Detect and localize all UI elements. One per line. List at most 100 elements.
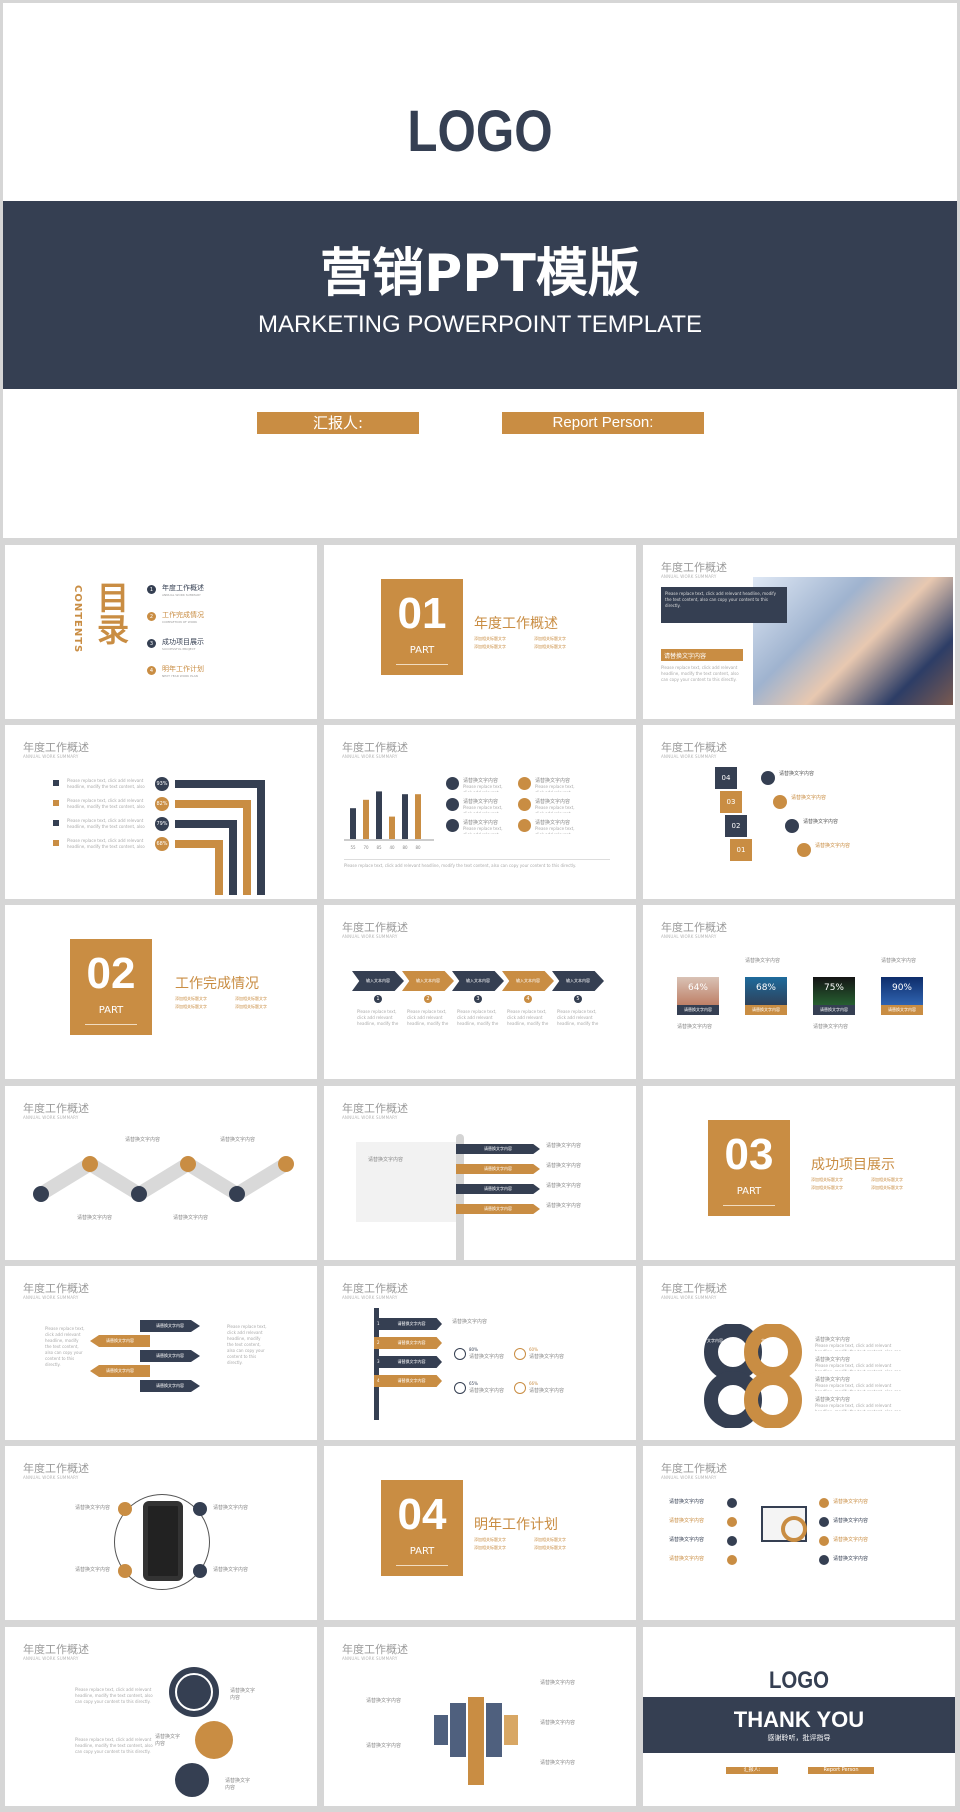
contents-item-label[interactable]: 年度工作概述 bbox=[162, 583, 204, 593]
label: 请替换文字内容 bbox=[529, 1388, 565, 1394]
reporter-label: 汇报人: bbox=[257, 412, 419, 434]
contents-item-number: 4 bbox=[147, 666, 156, 675]
feature-icon bbox=[518, 819, 531, 832]
slide-header-en: ANNUAL WORK SUMMARY bbox=[661, 754, 717, 759]
blocks-slide[interactable]: 年度工作概述 ANNUAL WORK SUMMARY 请替换文字内容 请替换文字… bbox=[324, 1627, 636, 1806]
tick-label: 55 bbox=[350, 845, 356, 850]
tick-label: 70 bbox=[363, 845, 369, 850]
contents-item-label[interactable]: 明年工作计划 bbox=[162, 664, 204, 674]
magnifier-slide[interactable]: 年度工作概述 ANNUAL WORK SUMMARY 请替换文字内容 请替换文字… bbox=[643, 1446, 955, 1620]
label: 请替换文字内容 bbox=[815, 1377, 851, 1383]
bar-chart-slide[interactable]: 年度工作概述 ANNUAL WORK SUMMARY 55 70 85 40 80 80 … bbox=[324, 725, 636, 899]
label: 请替换文字内容 bbox=[833, 1518, 869, 1524]
body-text: Please replace text, click add relevant … bbox=[227, 1324, 267, 1365]
body-text: Please replace text, click add relevant … bbox=[67, 778, 145, 789]
steps-slide[interactable]: 年度工作概述 ANNUAL WORK SUMMARY 04 请替换文字内容 03 … bbox=[643, 725, 955, 899]
percent-badge: 82% bbox=[155, 797, 169, 811]
label: 请替换文字内容 bbox=[815, 843, 851, 849]
part-box: 04 PART bbox=[381, 1480, 463, 1576]
step-box: 03 bbox=[720, 791, 742, 813]
gears-slide[interactable]: 年度工作概述 ANNUAL WORK SUMMARY 请替换文字内容 请替换文字… bbox=[5, 1627, 317, 1806]
label: 请替换文字内容 bbox=[813, 1024, 849, 1030]
slide-header: 年度工作概述 bbox=[23, 1462, 89, 1475]
signpost-slide[interactable]: 年度工作概述 ANNUAL WORK SUMMARY 请替换文字内容 请替换文字… bbox=[324, 1086, 636, 1260]
label: 请替换文字内容 bbox=[669, 1518, 705, 1524]
label: 请替换文字内容 bbox=[366, 1698, 402, 1704]
photo-caption: 请替换文字内容 bbox=[677, 1005, 719, 1015]
knot-slide[interactable]: 年度工作概述 ANNUAL WORK SUMMARY 请替换文字内容 Please… bbox=[643, 1266, 955, 1440]
label: 请替换文字内容 bbox=[463, 778, 499, 784]
step-box: 04 bbox=[715, 767, 737, 789]
list-icon bbox=[727, 1555, 737, 1565]
slide-header-en: ANNUAL WORK SUMMARY bbox=[342, 1295, 398, 1300]
bar bbox=[402, 794, 408, 839]
slide-header: 年度工作概述 bbox=[661, 1462, 727, 1475]
label: 请替换文字内容 bbox=[669, 1537, 705, 1543]
label: 请替换文字内容 bbox=[833, 1537, 869, 1543]
reporter-label-en: Report Person: bbox=[502, 412, 704, 434]
label: 请替换文字内容 bbox=[791, 795, 827, 801]
cover-slide[interactable]: LOGO 营销PPT模版 MARKETING POWERPOINT TEMPLA… bbox=[3, 3, 957, 538]
summary-photo-slide[interactable]: 年度工作概述 ANNUAL WORK SUMMARY Please replac… bbox=[643, 545, 955, 719]
part-04-slide[interactable]: 04 PART 明年工作计划 添加相关标题文字 添加相关标题文字 添加相关标题文字 添加… bbox=[324, 1446, 636, 1620]
slide-header: 年度工作概述 bbox=[342, 921, 408, 934]
stat-value: 60% bbox=[529, 1347, 538, 1352]
part-box: 03 PART bbox=[708, 1120, 790, 1216]
slide-header-en: ANNUAL WORK SUMMARY bbox=[342, 1115, 398, 1120]
arrow-banner: 请替换文字内容 bbox=[140, 1320, 200, 1332]
process-slide[interactable]: 年度工作概述 ANNUAL WORK SUMMARY 输入文本内容 1 Plea… bbox=[324, 905, 636, 1079]
label: 请替换文字内容 bbox=[469, 1388, 505, 1394]
part-03-slide[interactable]: 03 PART 成功项目展示 添加相关标题文字 添加相关标题文字 添加相关标题文字 添加… bbox=[643, 1086, 955, 1260]
logo: LOGO bbox=[768, 1667, 830, 1694]
thank-you-slide[interactable]: LOGO THANK YOU 感谢聆听，批评指导 汇报人: Report Per… bbox=[643, 1627, 955, 1806]
label: 请替换文字内容 bbox=[220, 1137, 256, 1143]
contents-title-en: CONTENTS bbox=[72, 585, 83, 654]
photos-slide[interactable]: 年度工作概述 ANNUAL WORK SUMMARY 64% 请替换文字内容 请… bbox=[643, 905, 955, 1079]
arrows-slide[interactable]: 年度工作概述 ANNUAL WORK SUMMARY Please replac… bbox=[5, 725, 317, 899]
pencil-slide[interactable]: 年度工作概述 ANNUAL WORK SUMMARY 1 请替换文字内容 2 请替换文… bbox=[324, 1266, 636, 1440]
body-text: Please replace text, click add relevant … bbox=[815, 1363, 901, 1371]
part-01-slide[interactable]: 01 PART 年度工作概述 添加相关标题文字 添加相关标题文字 添加相关标题文字 添加… bbox=[324, 545, 636, 719]
list-icon bbox=[727, 1517, 737, 1527]
list-icon bbox=[727, 1536, 737, 1546]
stat-icon bbox=[514, 1382, 526, 1394]
process-chevron: 输入文本内容 bbox=[552, 971, 604, 991]
part-title: 成功项目展示 bbox=[811, 1157, 895, 1173]
contents-item-label[interactable]: 成功项目展示 bbox=[162, 637, 204, 647]
body-text: Please replace text, click add relevant … bbox=[457, 1009, 499, 1026]
part-02-slide[interactable]: 02 PART 工作完成情况 添加相关标题文字 添加相关标题文字 添加相关标题文字 添加… bbox=[5, 905, 317, 1079]
slide-header: 年度工作概述 bbox=[661, 741, 727, 754]
part-subtitles: 添加相关标题文字 添加相关标题文字 添加相关标题文字 添加相关标题文字 bbox=[811, 1177, 903, 1190]
label: 请替换文字内容 bbox=[75, 1567, 111, 1573]
slide-header: 年度工作概述 bbox=[342, 1102, 408, 1115]
cover-title: 营销PPT模版 bbox=[320, 244, 640, 304]
slide-header-en: ANNUAL WORK SUMMARY bbox=[661, 1475, 717, 1480]
body-text: Please replace text, click add relevant … bbox=[67, 838, 145, 849]
contents-slide[interactable]: CONTENTS 目录 1 年度工作概述 ANNUAL WORK SUMMARY… bbox=[5, 545, 317, 719]
body-text: Please replace text, click add relevant … bbox=[75, 1687, 153, 1704]
label: 请替换文字内容 bbox=[230, 1688, 256, 1701]
label: 请替换文字内容 bbox=[815, 1357, 851, 1363]
gear-icon bbox=[195, 1721, 233, 1759]
double-arrows-slide[interactable]: 年度工作概述 ANNUAL WORK SUMMARY 请替换文字内容 请替换文字内… bbox=[5, 1266, 317, 1440]
label: 请替换文字内容 bbox=[463, 799, 499, 805]
part-title: 明年工作计划 bbox=[474, 1517, 558, 1533]
contents-item-label[interactable]: 工作完成情况 bbox=[162, 610, 204, 620]
logo: LOGO bbox=[407, 99, 553, 164]
slide-header-en: ANNUAL WORK SUMMARY bbox=[23, 1475, 79, 1480]
body-text: Please replace text, click add relevant … bbox=[463, 826, 503, 834]
label: 请替换文字内容 bbox=[677, 1024, 713, 1030]
slide-header-en: ANNUAL WORK SUMMARY bbox=[23, 1656, 79, 1661]
slide-header: 年度工作概述 bbox=[23, 1643, 89, 1656]
phone-slide[interactable]: 年度工作概述 ANNUAL WORK SUMMARY 请替换文字内容 请替换文字… bbox=[5, 1446, 317, 1620]
label: 请替换文字内容 bbox=[529, 1354, 565, 1360]
knot-label: 文字内容 bbox=[707, 1338, 723, 1343]
sign-arrow: 请替换文字内容 bbox=[456, 1164, 540, 1174]
zigzag-slide[interactable]: 年度工作概述 ANNUAL WORK SUMMARY 请替换文字内容 请替换文字… bbox=[5, 1086, 317, 1260]
bar bbox=[389, 816, 395, 839]
feature-icon bbox=[446, 819, 459, 832]
stat-icon bbox=[454, 1382, 466, 1394]
body-text: Please replace text, click add relevant … bbox=[557, 1009, 599, 1026]
body-text: Please replace text, click add relevant … bbox=[67, 798, 145, 809]
process-chevron: 输入文本内容 bbox=[502, 971, 554, 991]
